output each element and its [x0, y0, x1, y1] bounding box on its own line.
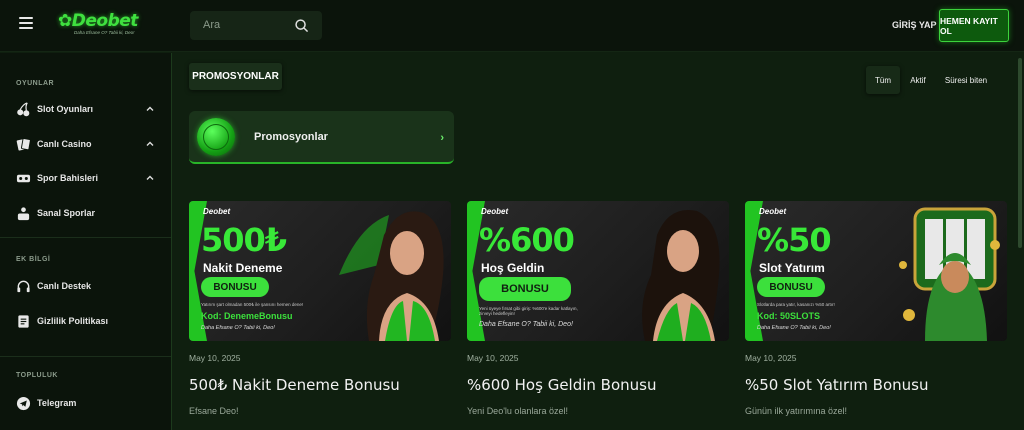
virtual-sports-icon	[16, 206, 31, 221]
sidebar-item-privacy[interactable]: Gizlilik Politikası	[16, 311, 161, 331]
cherry-icon	[16, 101, 31, 117]
banner-amount: %50	[757, 221, 832, 259]
sidebar-item-telegram[interactable]: Telegram	[16, 393, 161, 413]
chevron-up-icon[interactable]	[145, 173, 155, 183]
chevron-right-icon[interactable]: ›	[440, 132, 444, 144]
banner-bonus-pill: BONUSU	[479, 277, 571, 301]
sidebar-item-sports[interactable]: Spor Bahisleri	[16, 168, 161, 188]
promotions-banner-label: Promosyonlar	[254, 130, 328, 143]
banner-subtitle: Slot Yatırım	[759, 261, 825, 275]
banner-tagline: Daha Efsane O? Tabii ki, Deo!	[479, 321, 573, 328]
sidebar-item-label: Slot Oyunları	[37, 104, 94, 114]
banner-logo: Deobet	[759, 207, 787, 216]
sidebar-item-label: Spor Bahisleri	[37, 173, 99, 183]
promo-card-title[interactable]: %50 Slot Yatırım Bonusu	[745, 376, 1007, 394]
register-button[interactable]: HEMEN KAYIT OL	[939, 9, 1009, 42]
main-content: PROMOSYONLAR Tüm Aktif Süresi biten Prom…	[173, 53, 1024, 430]
promo-card-date: May 10, 2025	[745, 353, 797, 363]
sidebar-item-live-casino[interactable]: Canlı Casino	[16, 134, 161, 154]
sidebar-item-label: Canlı Casino	[37, 139, 92, 149]
banner-bonus-pill: BONUSU	[757, 277, 825, 297]
model-illustration	[339, 211, 444, 341]
banner-tagline: Daha Efsane O? Tabii ki, Deo!	[757, 325, 831, 331]
promo-card-date: May 10, 2025	[189, 353, 241, 363]
sidebar-item-label: Sanal Sporlar	[37, 208, 96, 218]
promo-card-image[interactable]: Deobet %50 Slot Yatırım BONUSU Slotlarda…	[745, 201, 1007, 341]
banner-code: Kod: DenemeBonusu	[201, 311, 293, 321]
telegram-icon	[16, 396, 31, 411]
sidebar-item-label: Gizlilik Politikası	[37, 316, 109, 326]
promo-card-description: Günün ilk yatırımına özel!	[745, 406, 848, 416]
logo-tagline: Daha Efsane O? Tabii ki, Deo!	[74, 30, 135, 35]
sidebar-item-label: Telegram	[37, 398, 77, 408]
filter-tab-active[interactable]: Aktif	[904, 66, 932, 94]
chevron-up-icon[interactable]	[145, 139, 155, 149]
sidebar-item-label: Canlı Destek	[37, 281, 92, 291]
sidebar-divider	[0, 237, 171, 238]
promo-card[interactable]: Deobet %50 Slot Yatırım BONUSU Slotlarda…	[745, 201, 1007, 416]
sidebar-divider	[0, 356, 171, 357]
sidebar-heading-community: TOPLULUK	[16, 372, 58, 379]
sports-icon	[16, 171, 31, 186]
promo-card-description: Efsane Deo!	[189, 406, 239, 416]
cards-icon	[16, 137, 31, 152]
search-icon[interactable]	[294, 18, 309, 33]
logo-text: ✿Deobet	[58, 11, 138, 31]
promo-card-title[interactable]: %600 Hoş Geldin Bonusu	[467, 376, 729, 394]
top-bar: ✿Deobet Daha Efsane O? Tabii ki, Deo! Ar…	[0, 0, 1024, 52]
banner-fine-print: Slotlarda para yatır, kasanızı %50 artır…	[757, 302, 835, 307]
banner-amount: 500₺	[201, 221, 287, 259]
banner-logo: Deobet	[481, 207, 509, 216]
slot-character-illustration	[899, 207, 1000, 341]
scrollbar-thumb[interactable]	[1018, 58, 1022, 248]
banner-amount: %600	[479, 221, 575, 259]
banner-fine-print: Yatırım şart olmadan 500₺ ile şansını he…	[201, 302, 304, 307]
promotions-banner[interactable]: Promosyonlar ›	[189, 111, 454, 164]
login-link[interactable]: GİRİŞ YAP	[892, 20, 937, 30]
search-placeholder: Ara	[203, 19, 221, 31]
banner-fine-print: Yeni üyeye fırsat gibi giriş: %600'e kad…	[479, 306, 578, 316]
document-icon	[16, 314, 31, 329]
search-input[interactable]: Ara	[190, 11, 322, 40]
promo-card-date: May 10, 2025	[467, 353, 519, 363]
scrollbar[interactable]	[1018, 54, 1022, 430]
model-illustration	[642, 210, 720, 341]
banner-logo: Deobet	[203, 207, 231, 216]
promo-card-description: Yeni Deo'lu olanlara özel!	[467, 406, 568, 416]
logo[interactable]: ✿Deobet Daha Efsane O? Tabii ki, Deo!	[58, 11, 138, 37]
page-title: PROMOSYONLAR	[189, 63, 282, 90]
banner-tagline: Daha Efsane O? Tabii ki, Deo!	[201, 325, 275, 331]
menu-icon[interactable]	[19, 17, 33, 29]
sidebar-item-slots[interactable]: Slot Oyunları	[16, 99, 161, 119]
sidebar-item-live-support[interactable]: Canlı Destek	[16, 276, 161, 296]
promo-card[interactable]: Deobet %600 Hoş Geldin BONUSU Yeni üyeye…	[467, 201, 729, 416]
sidebar-heading-games: OYUNLAR	[16, 80, 55, 87]
sidebar-item-virtual-sports[interactable]: Sanal Sporlar	[16, 203, 161, 223]
sidebar: OYUNLAR Slot Oyunları Canlı Casino Spor …	[0, 53, 172, 430]
banner-code: Kod: 50SLOTS	[757, 311, 821, 321]
promo-card-title[interactable]: 500₺ Nakit Deneme Bonusu	[189, 376, 451, 394]
promo-card-image[interactable]: Deobet 500₺ Nakit Deneme BONUSU Yatırım …	[189, 201, 451, 341]
filter-tab-expired[interactable]: Süresi biten	[939, 66, 993, 94]
banner-bonus-pill: BONUSU	[201, 277, 269, 297]
banner-subtitle: Nakit Deneme	[203, 261, 283, 275]
promo-card[interactable]: Deobet 500₺ Nakit Deneme BONUSU Yatırım …	[189, 201, 451, 416]
sidebar-heading-info: EK BİLGİ	[16, 256, 51, 263]
promo-card-image[interactable]: Deobet %600 Hoş Geldin BONUSU Yeni üyeye…	[467, 201, 729, 341]
banner-subtitle: Hoş Geldin	[481, 261, 545, 275]
chevron-up-icon[interactable]	[145, 104, 155, 114]
coin-icon	[197, 117, 235, 156]
filter-tab-all[interactable]: Tüm	[866, 66, 900, 94]
headset-icon	[16, 279, 31, 294]
